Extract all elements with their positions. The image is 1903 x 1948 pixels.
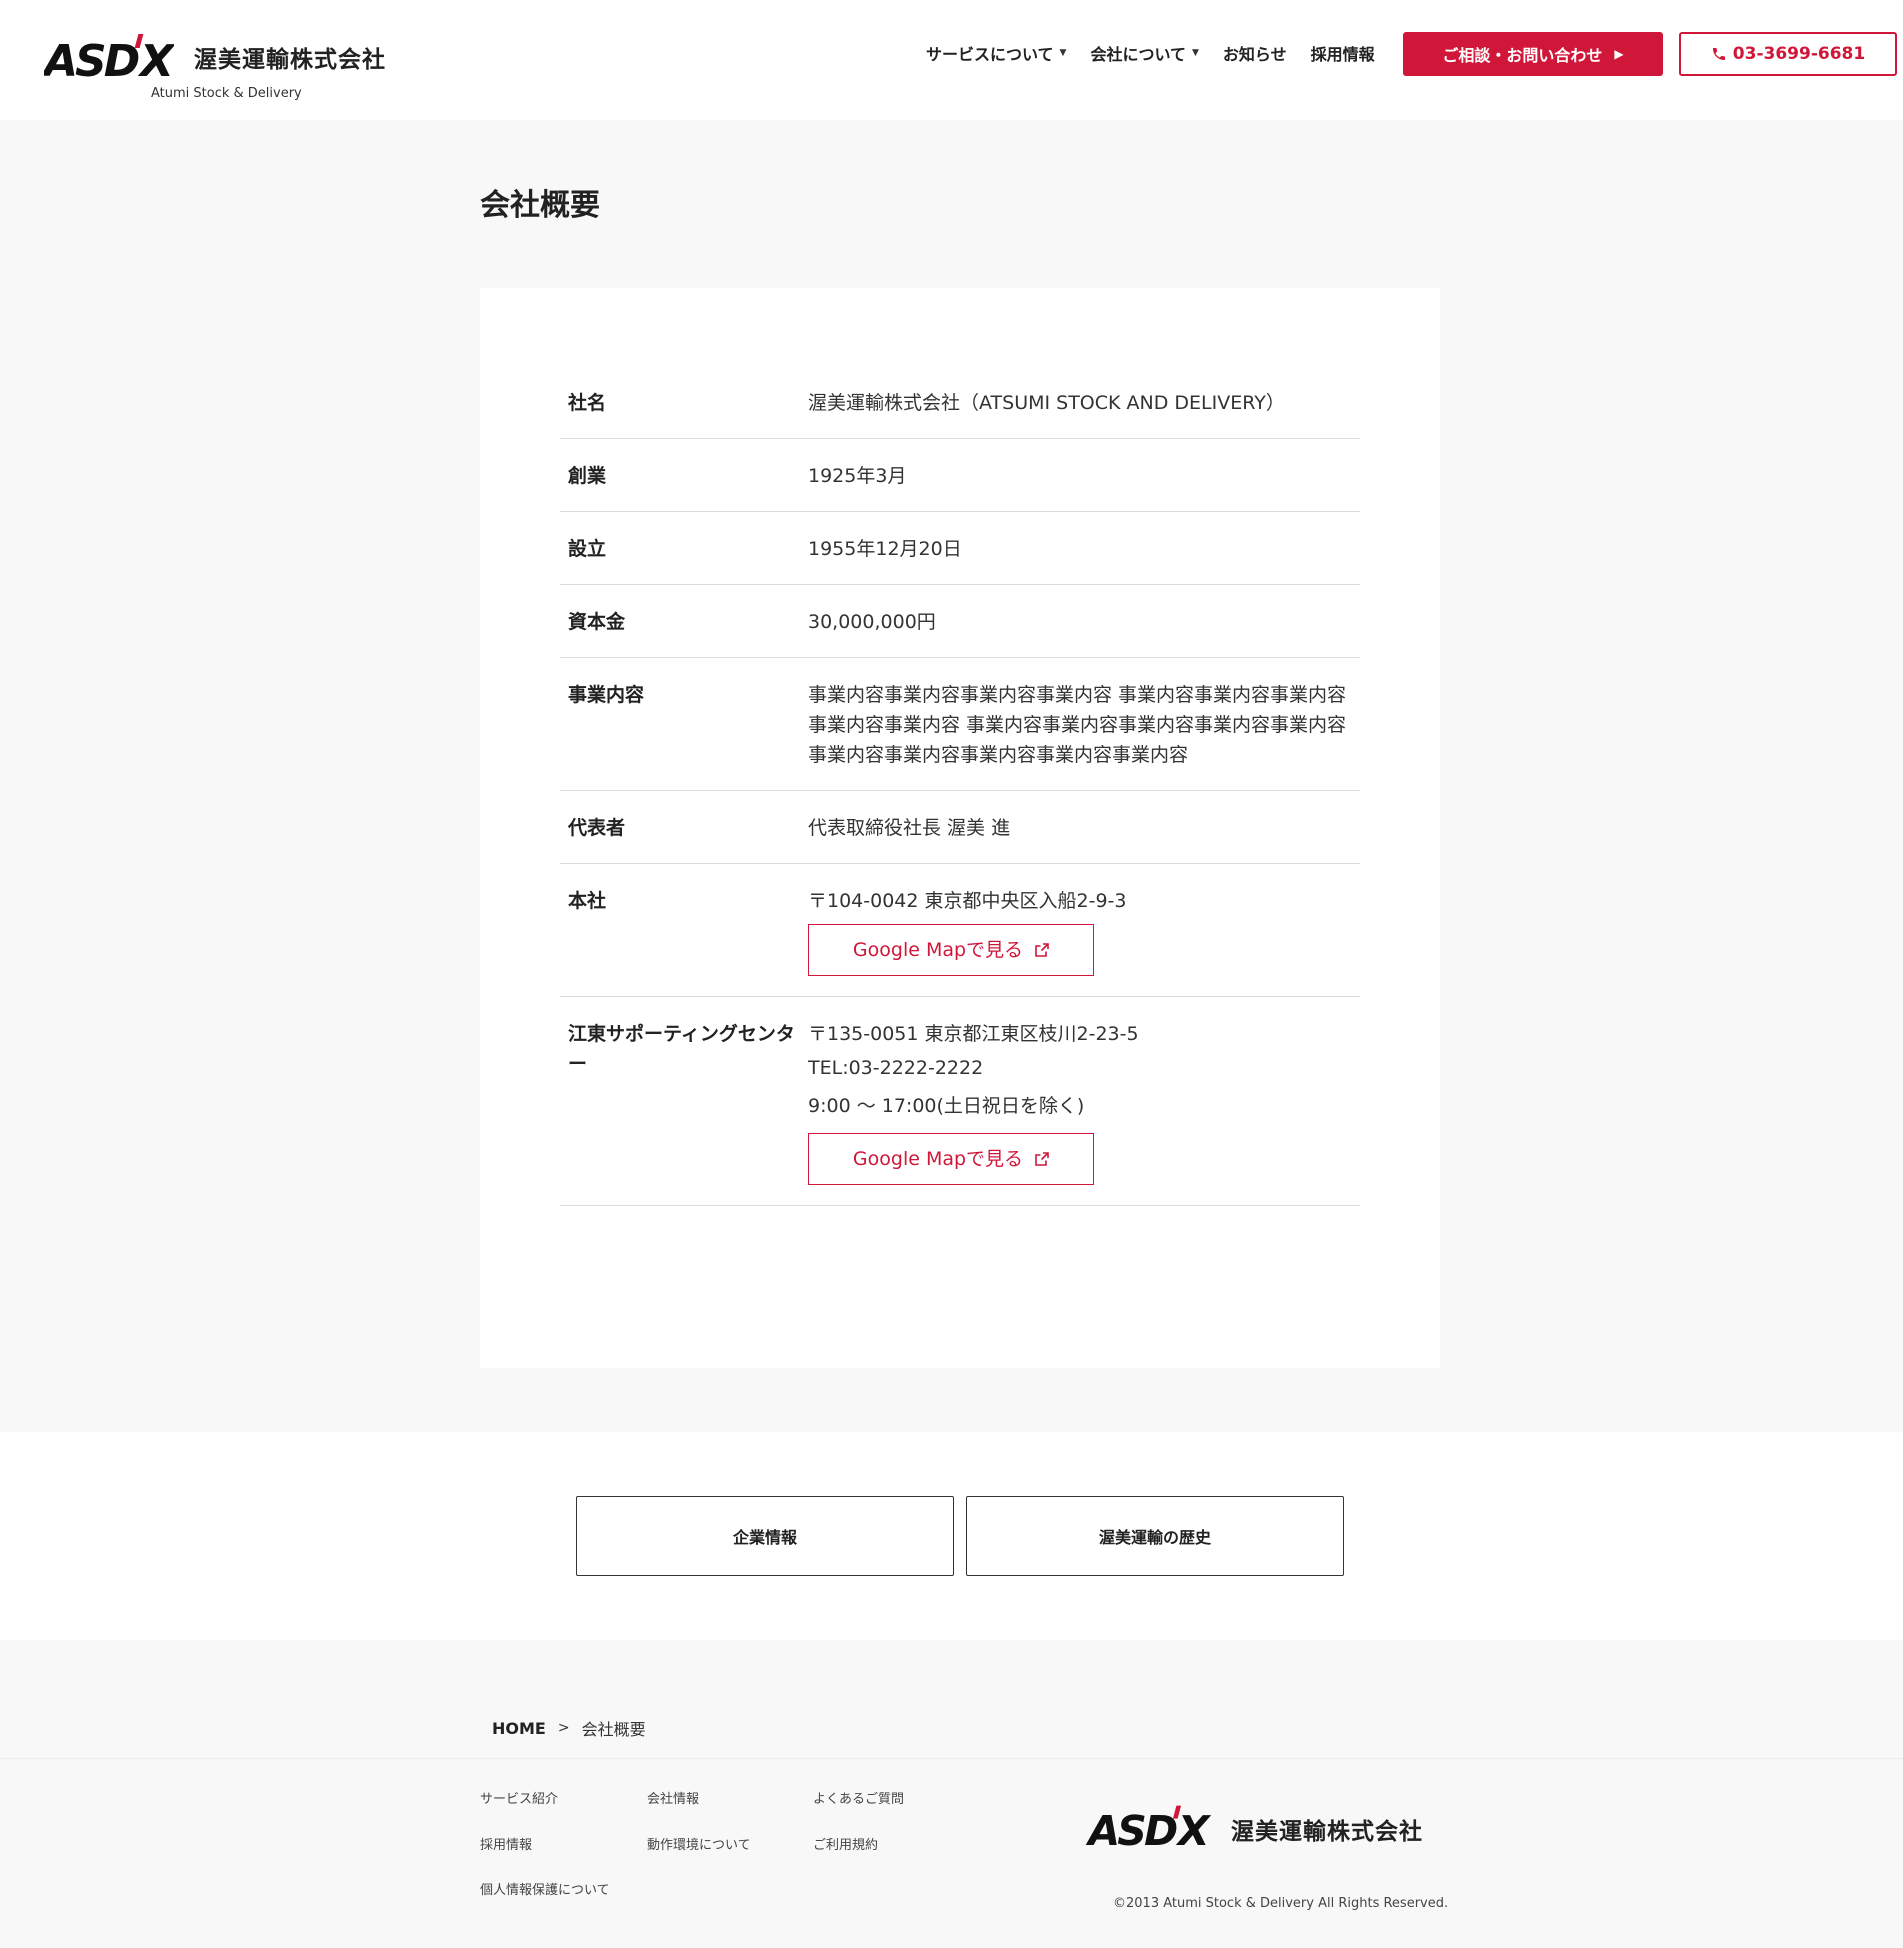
- nav-label: サービスについて: [926, 45, 1054, 64]
- map-button-label: Google Mapで見る: [852, 1148, 1024, 1170]
- footer-company-name: 渥美運輸株式会社: [1231, 1819, 1423, 1845]
- row-value: 渥美運輸株式会社（ATSUMI STOCK AND DELIVERY）: [808, 392, 1285, 414]
- site-header: ASD X 渥美運輸株式会社 Atumi Stock & Delivery サー…: [0, 0, 1903, 120]
- related-button-company-info[interactable]: 企業情報: [576, 1496, 954, 1576]
- google-map-button[interactable]: Google Mapで見る: [808, 1133, 1094, 1185]
- contact-button-label: ご相談・お問い合わせ: [1442, 46, 1603, 65]
- related-links: 企業情報 渥美運輸の歴史: [0, 1432, 1903, 1640]
- row-label: 設立: [568, 538, 607, 560]
- nav-label: 会社について: [1090, 45, 1186, 64]
- asdx-logo-mark: ASD X: [1085, 1805, 1212, 1855]
- business-hours: 9:00 ～ 17:00(土日祝日を除く): [808, 1095, 1085, 1117]
- row-value: 代表取締役社長 渥美 進: [808, 817, 1011, 839]
- table-row: 社名 渥美運輸株式会社（ATSUMI STOCK AND DELIVERY）: [560, 366, 1360, 439]
- copyright: ©2013 Atumi Stock & Delivery All Rights …: [1113, 1896, 1449, 1911]
- asdx-logo-mark: ASD X: [44, 34, 174, 87]
- breadcrumb: HOME > 会社概要: [492, 1716, 646, 1740]
- breadcrumb-home[interactable]: HOME: [492, 1719, 546, 1738]
- row-label: 創業: [568, 465, 607, 487]
- svg-text:X: X: [137, 36, 174, 87]
- row-label: 事業内容: [568, 684, 645, 706]
- breadcrumb-current: 会社概要: [581, 1720, 646, 1739]
- row-value: 〒104-0042 東京都中央区入船2-9-3 Google Mapで見る: [808, 886, 1360, 976]
- telephone: TEL:03-2222-2222: [808, 1057, 984, 1079]
- table-row: 代表者 代表取締役社長 渥美 進: [560, 791, 1360, 864]
- company-profile-card: 社名 渥美運輸株式会社（ATSUMI STOCK AND DELIVERY） 創…: [480, 288, 1440, 1368]
- nav-label: 採用情報: [1310, 45, 1375, 64]
- table-row: 本社 〒104-0042 東京都中央区入船2-9-3 Google Mapで見る: [560, 864, 1360, 997]
- footer-logo[interactable]: ASD X 渥美運輸株式会社: [1084, 1800, 1444, 1856]
- related-button-history[interactable]: 渥美運輸の歴史: [966, 1496, 1344, 1576]
- logo-subtitle: Atumi Stock & Delivery: [151, 86, 302, 101]
- row-value: 事業内容事業内容事業内容事業内容 事業内容事業内容事業内容事業内容事業内容 事業…: [808, 684, 1347, 766]
- row-label: 本社: [568, 890, 607, 912]
- row-label: 社名: [568, 392, 607, 414]
- tel-button[interactable]: 03-3699-6681: [1679, 32, 1897, 76]
- row-label: 資本金: [568, 611, 626, 633]
- global-nav: サービスについて ▼ 会社について ▼ お知らせ 採用情報: [926, 0, 1399, 106]
- row-value: 1955年12月20日: [808, 538, 962, 560]
- footer-link[interactable]: 動作環境について: [647, 1834, 751, 1853]
- footer-link[interactable]: ご利用規約: [813, 1834, 878, 1853]
- svg-text:ASD: ASD: [1085, 1807, 1177, 1855]
- phone-icon: [1712, 48, 1725, 60]
- caret-down-icon: ▼: [1191, 48, 1199, 58]
- chevron-right-icon: >: [557, 1720, 570, 1736]
- svg-text:X: X: [1175, 1807, 1212, 1855]
- table-row: 創業 1925年3月: [560, 439, 1360, 512]
- nav-item-news[interactable]: お知らせ: [1223, 41, 1287, 65]
- external-link-icon: [1035, 943, 1049, 957]
- row-label: 江東サポーティングセンター: [568, 1023, 795, 1075]
- footer-link[interactable]: 会社情報: [647, 1788, 699, 1807]
- google-map-button[interactable]: Google Mapで見る: [808, 924, 1094, 976]
- row-value: 1925年3月: [808, 465, 907, 487]
- play-arrow-icon: ▶: [1614, 47, 1624, 61]
- footer-link[interactable]: 個人情報保護について: [480, 1879, 610, 1898]
- nav-item-recruit[interactable]: 採用情報: [1311, 41, 1375, 65]
- svg-text:ASD: ASD: [44, 36, 139, 87]
- nav-item-company[interactable]: 会社について ▼: [1090, 41, 1198, 65]
- external-link-icon: [1035, 1152, 1049, 1166]
- page-title: 会社概要: [480, 188, 600, 223]
- address: 〒104-0042 東京都中央区入船2-9-3: [808, 890, 1127, 912]
- nav-label: お知らせ: [1222, 45, 1287, 64]
- row-value: 30,000,000円: [808, 611, 936, 633]
- company-profile-table: 社名 渥美運輸株式会社（ATSUMI STOCK AND DELIVERY） 創…: [560, 366, 1360, 1206]
- table-row: 江東サポーティングセンター 〒135-0051 東京都江東区枝川2-23-5 T…: [560, 997, 1360, 1206]
- logo-company-name: 渥美運輸株式会社: [194, 47, 386, 73]
- row-label: 代表者: [568, 817, 626, 839]
- row-value: 〒135-0051 東京都江東区枝川2-23-5 TEL:03-2222-222…: [808, 1019, 1360, 1185]
- table-row: 資本金 30,000,000円: [560, 585, 1360, 658]
- contact-button[interactable]: ご相談・お問い合わせ ▶: [1403, 32, 1663, 76]
- caret-down-icon: ▼: [1059, 48, 1067, 58]
- table-row: 事業内容 事業内容事業内容事業内容事業内容 事業内容事業内容事業内容事業内容事業…: [560, 658, 1360, 791]
- site-logo[interactable]: ASD X 渥美運輸株式会社 Atumi Stock & Delivery: [44, 26, 414, 106]
- nav-item-service[interactable]: サービスについて ▼: [926, 41, 1066, 65]
- map-button-label: Google Mapで見る: [852, 939, 1024, 961]
- footer-link[interactable]: よくあるご質問: [813, 1788, 904, 1807]
- address: 〒135-0051 東京都江東区枝川2-23-5: [808, 1023, 1139, 1045]
- footer-link[interactable]: サービス紹介: [480, 1788, 558, 1807]
- tel-number: 03-3699-6681: [1732, 44, 1866, 64]
- footer-link[interactable]: 採用情報: [480, 1834, 532, 1853]
- divider: [0, 1758, 1903, 1759]
- table-row: 設立 1955年12月20日: [560, 512, 1360, 585]
